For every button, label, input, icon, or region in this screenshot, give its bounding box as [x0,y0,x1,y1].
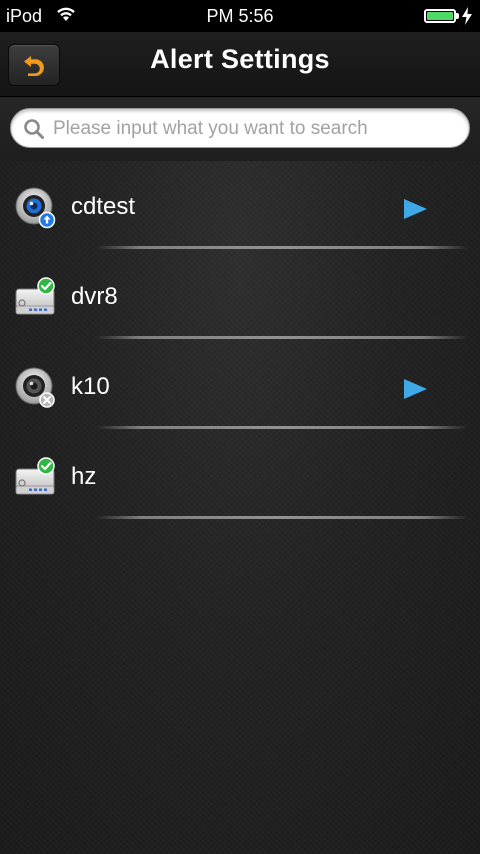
divider [96,336,468,339]
ip-camera-icon [15,187,56,229]
device-name: k10 [71,373,110,400]
play-arrow-icon[interactable] [404,199,427,219]
list-item[interactable]: cdtest [0,163,480,253]
charging-bolt-icon [462,7,472,25]
online-check-badge-icon [37,457,55,475]
list-item[interactable]: dvr8 [0,253,480,343]
divider [96,426,468,429]
search-field[interactable] [10,108,470,148]
list-item[interactable]: k10 [0,343,480,433]
device-name: hz [71,463,97,490]
upload-badge-icon [38,211,56,229]
device-name: cdtest [71,193,136,220]
navigation-bar: Alert Settings [0,32,480,97]
battery-icon [424,9,456,23]
dvr-icon [15,457,55,495]
dvr-icon [15,277,55,315]
search-input[interactable] [51,114,465,144]
device-name: dvr8 [71,283,118,310]
status-bar: iPod PM 5:56 [0,0,480,32]
device-list: cdtest dvr8 k10 hz [0,163,480,523]
offline-x-badge-icon [39,392,55,408]
list-item[interactable]: hz [0,433,480,523]
divider [96,516,468,519]
ip-camera-icon [15,367,55,408]
divider [96,246,468,249]
battery-nub [456,13,459,19]
search-icon [24,119,44,139]
online-check-badge-icon [37,277,55,295]
search-bar-container [0,97,480,161]
play-arrow-icon[interactable] [404,379,427,399]
page-title: Alert Settings [150,44,330,74]
clock: PM 5:56 [206,6,274,26]
